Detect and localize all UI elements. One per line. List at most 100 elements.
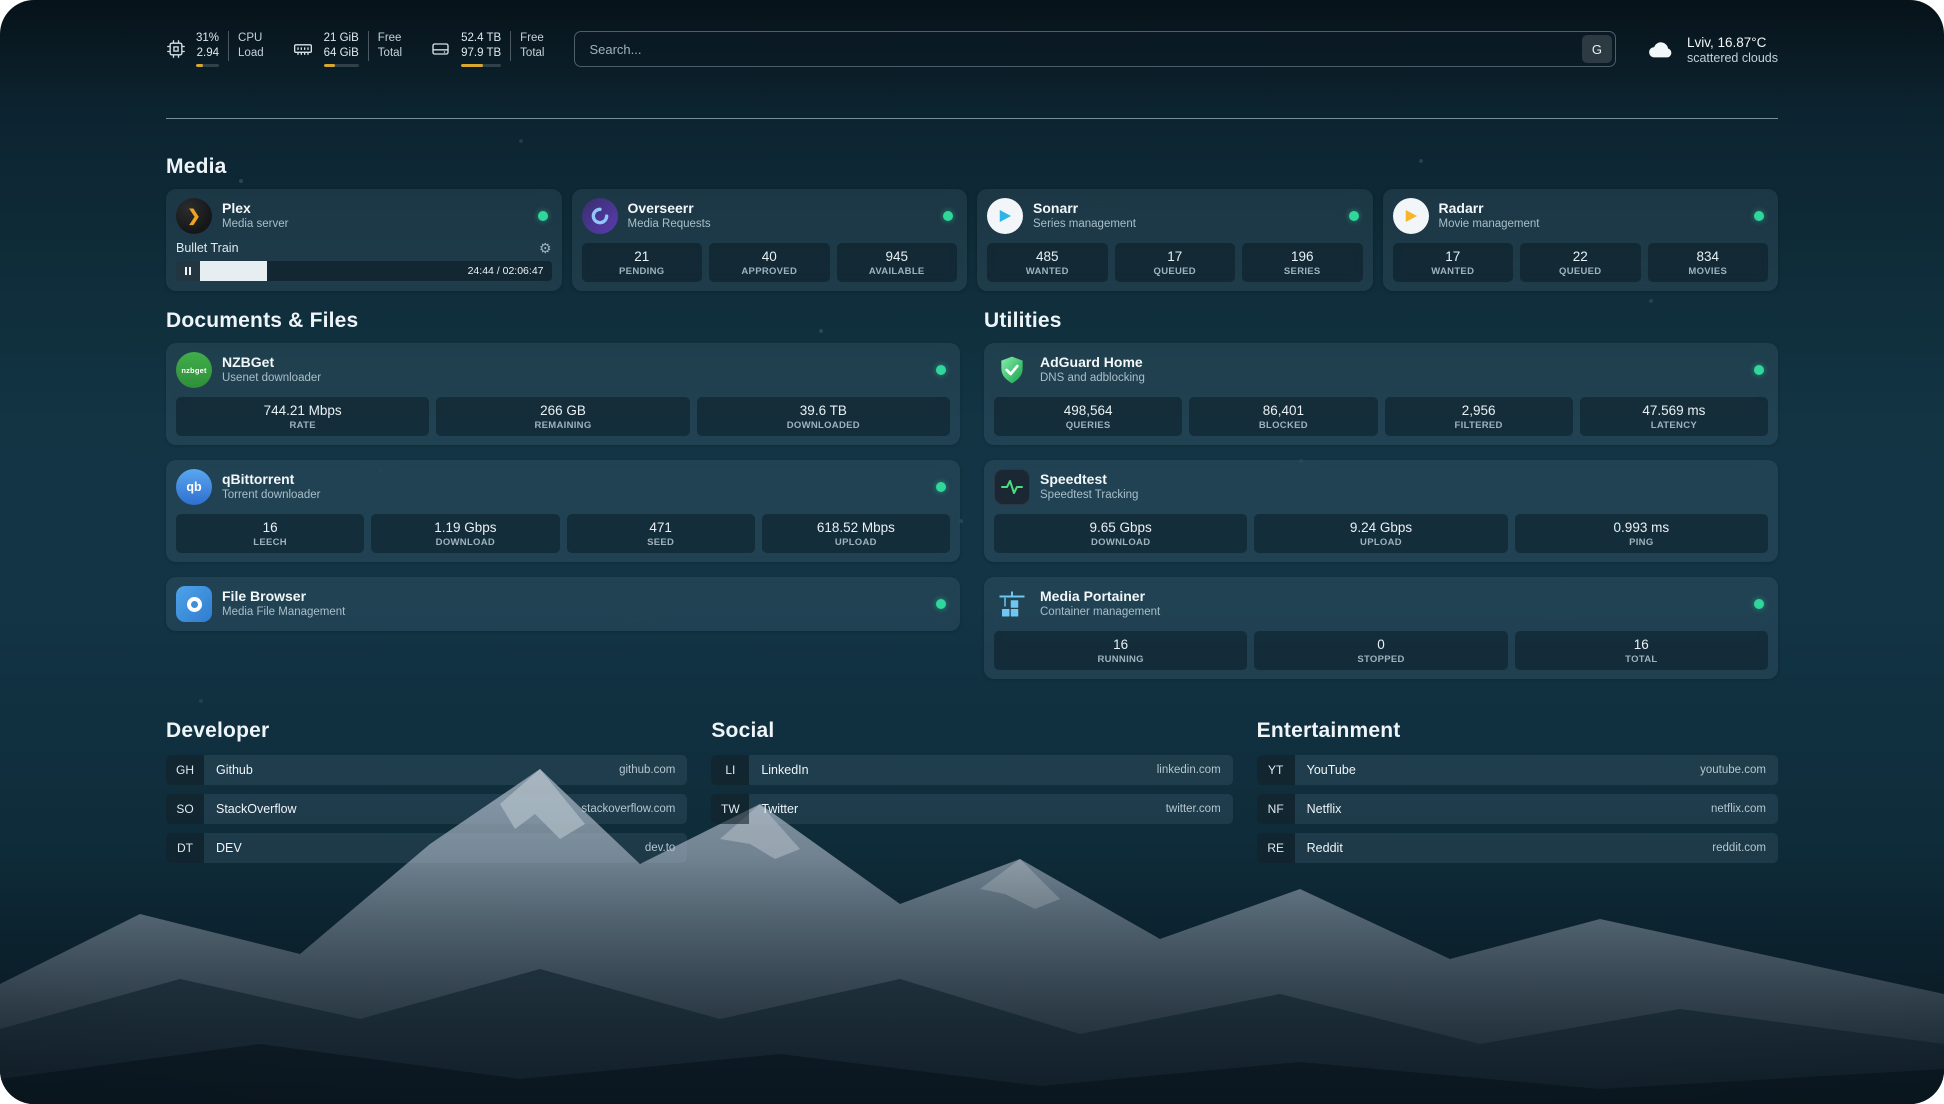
stat-block: 196 SERIES (1242, 243, 1363, 282)
service-description: Container management (1040, 606, 1160, 619)
bookmark-name: Github (204, 763, 253, 777)
memory-label-bottom: Total (368, 46, 402, 61)
bookmark-netflix[interactable]: NF Netflix netflix.com (1257, 794, 1778, 824)
stat-value: 40 (711, 249, 828, 264)
stat-value: 2,956 (1387, 403, 1571, 418)
search-provider-button[interactable]: G (1582, 35, 1612, 63)
stat-label: UPLOAD (1256, 537, 1505, 548)
service-stats: 744.21 Mbps RATE 266 GB REMAINING 39.6 T… (176, 388, 950, 436)
service-link-portainer[interactable]: Media Portainer Container management (994, 586, 1768, 622)
stat-value: 17 (1117, 249, 1234, 264)
stat-block: 47.569 ms LATENCY (1580, 397, 1768, 436)
stat-block: 0.993 ms PING (1515, 514, 1768, 553)
service-name: Media Portainer (1040, 588, 1160, 604)
service-link-overseerr[interactable]: Overseerr Media Requests (582, 198, 958, 234)
service-name: AdGuard Home (1040, 354, 1145, 370)
bookmark-youtube[interactable]: YT YouTube youtube.com (1257, 755, 1778, 785)
cpu-readout: 31% CPU 2.94 Load (196, 31, 264, 67)
service-stats: 9.65 Gbps DOWNLOAD 9.24 Gbps UPLOAD 0.99… (994, 505, 1768, 553)
service-link-nzbget[interactable]: nzbget NZBGet Usenet downloader (176, 352, 950, 388)
service-link-speedtest[interactable]: Speedtest Speedtest Tracking (994, 469, 1768, 505)
bookmark-domain: github.com (619, 764, 687, 776)
service-link-adguard[interactable]: AdGuard Home DNS and adblocking (994, 352, 1768, 388)
stat-value: 16 (996, 637, 1245, 652)
stat-label: DOWNLOAD (373, 537, 557, 548)
memory-free: 21 GiB (324, 31, 359, 46)
bookmark-domain: linkedin.com (1157, 764, 1233, 776)
section-title-utilities: Utilities (984, 309, 1778, 333)
bookmark-dev[interactable]: DT DEV dev.to (166, 833, 687, 863)
stat-value: 9.24 Gbps (1256, 520, 1505, 535)
bookmark-linkedin[interactable]: LI LinkedIn linkedin.com (711, 755, 1232, 785)
bookmark-reddit[interactable]: RE Reddit reddit.com (1257, 833, 1778, 863)
bookmark-twitter[interactable]: TW Twitter twitter.com (711, 794, 1232, 824)
radarr-icon (1393, 198, 1429, 234)
service-description: Media server (222, 218, 288, 231)
nzbget-icon: nzbget (176, 352, 212, 388)
weather-condition: scattered clouds (1687, 51, 1778, 65)
stat-value: 196 (1244, 249, 1361, 264)
section-media: Media ❯ Plex Media server Bullet Train (166, 155, 1778, 291)
stat-block: 471 SEED (567, 514, 755, 553)
bookmark-domain: twitter.com (1166, 803, 1233, 815)
service-description: Media File Management (222, 606, 345, 619)
stat-label: WANTED (989, 266, 1106, 277)
service-description: Usenet downloader (222, 372, 321, 385)
stat-block: 16 RUNNING (994, 631, 1247, 670)
bookmark-domain: stackoverflow.com (581, 803, 687, 815)
search-input[interactable] (575, 42, 1579, 57)
service-link-qbittorrent[interactable]: qb qBittorrent Torrent downloader (176, 469, 950, 505)
stat-label: TOTAL (1517, 654, 1766, 665)
filebrowser-icon (176, 586, 212, 622)
header-divider (166, 118, 1778, 119)
service-description: Torrent downloader (222, 489, 320, 502)
service-name: Radarr (1439, 200, 1540, 216)
stat-value: 86,401 (1191, 403, 1375, 418)
stat-block: 834 MOVIES (1648, 243, 1769, 282)
bookmark-abbr: DT (166, 833, 204, 863)
memory-readout: 21 GiB Free 64 GiB Total (324, 31, 402, 67)
bookmark-github[interactable]: GH Github github.com (166, 755, 687, 785)
stat-label: PENDING (584, 266, 701, 277)
disk-free: 52.4 TB (461, 31, 501, 46)
service-card-nzbget: nzbget NZBGet Usenet downloader 744.21 M… (166, 343, 960, 445)
stat-value: 9.65 Gbps (996, 520, 1245, 535)
gear-icon[interactable]: ⚙ (539, 241, 552, 255)
weather-location: Lviv, 16.87°C (1687, 34, 1778, 51)
bookmark-name: YouTube (1295, 763, 1356, 777)
bookmark-group-title: Entertainment (1257, 719, 1778, 743)
stat-block: 21 PENDING (582, 243, 703, 282)
now-playing-row: Bullet Train ⚙ (176, 241, 552, 255)
service-link-plex[interactable]: ❯ Plex Media server (176, 198, 552, 234)
stat-label: APPROVED (711, 266, 828, 277)
stat-block: 22 QUEUED (1520, 243, 1641, 282)
service-link-filebrowser[interactable]: File Browser Media File Management (176, 586, 950, 622)
bookmark-abbr: NF (1257, 794, 1295, 824)
weather-text: Lviv, 16.87°C scattered clouds (1687, 34, 1778, 65)
bookmark-abbr: SO (166, 794, 204, 824)
service-card-plex: ❯ Plex Media server Bullet Train ⚙ (166, 189, 562, 291)
bookmark-name: Netflix (1295, 802, 1342, 816)
cpu-widget: 31% CPU 2.94 Load (166, 31, 264, 67)
bookmark-name: StackOverflow (204, 802, 297, 816)
stat-value: 17 (1395, 249, 1512, 264)
stat-block: 86,401 BLOCKED (1189, 397, 1377, 436)
service-card-sonarr: Sonarr Series management 485 WANTED 17 Q… (977, 189, 1373, 291)
stat-value: 498,564 (996, 403, 1180, 418)
service-link-radarr[interactable]: Radarr Movie management (1393, 198, 1769, 234)
stat-block: 40 APPROVED (709, 243, 830, 282)
service-name: qBittorrent (222, 471, 320, 487)
stat-label: QUEUED (1117, 266, 1234, 277)
service-link-sonarr[interactable]: Sonarr Series management (987, 198, 1363, 234)
pause-button[interactable] (176, 261, 200, 281)
service-stats: 17 WANTED 22 QUEUED 834 MOVIES (1393, 234, 1769, 282)
bookmark-stackoverflow[interactable]: SO StackOverflow stackoverflow.com (166, 794, 687, 824)
playback-bar: 24:44 / 02:06:47 (176, 261, 552, 281)
progress-track[interactable]: 24:44 / 02:06:47 (200, 261, 552, 281)
bookmark-domain: dev.to (645, 842, 687, 854)
service-description: DNS and adblocking (1040, 372, 1145, 385)
stat-label: LATENCY (1582, 420, 1766, 431)
bookmark-abbr: RE (1257, 833, 1295, 863)
stat-label: UPLOAD (764, 537, 948, 548)
bookmark-group-developer: Developer GH Github github.com SO StackO… (166, 719, 687, 863)
